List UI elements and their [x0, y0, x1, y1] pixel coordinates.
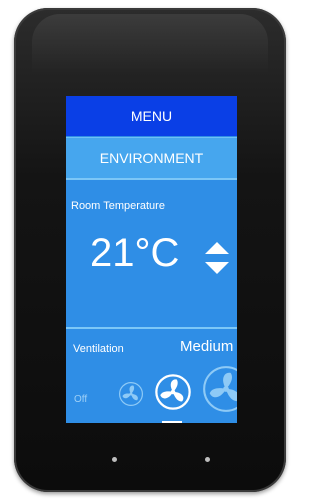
ventilation-value: Medium [180, 338, 234, 355]
room-temperature-value: 21°C [90, 231, 180, 275]
increase-temperature-button[interactable] [204, 241, 230, 255]
fan-high-button[interactable] [203, 366, 237, 412]
status-led-right [205, 457, 210, 462]
fan-medium-button[interactable] [155, 374, 191, 410]
ventilation-label: Ventilation [73, 343, 124, 355]
menu-label: MENU [130, 108, 173, 124]
environment-label: ENVIRONMENT [99, 150, 204, 166]
arrow-up-icon [205, 242, 229, 254]
touchscreen: MENU ENVIRONMENT Room Temperature 21°C V… [66, 96, 237, 423]
fan-off-button[interactable]: Off [74, 394, 87, 405]
fan-selected-indicator [162, 421, 182, 423]
room-temperature-label: Room Temperature [71, 200, 165, 212]
section-divider [66, 327, 237, 329]
status-led-left [112, 457, 117, 462]
fan-icon [155, 374, 191, 410]
menu-button[interactable]: MENU [66, 96, 237, 136]
decrease-temperature-button[interactable] [204, 261, 230, 275]
environment-tab[interactable]: ENVIRONMENT [66, 137, 237, 180]
fan-low-button[interactable] [119, 382, 143, 406]
fan-icon [203, 366, 237, 412]
fan-icon [119, 382, 143, 406]
arrow-down-icon [205, 262, 229, 274]
